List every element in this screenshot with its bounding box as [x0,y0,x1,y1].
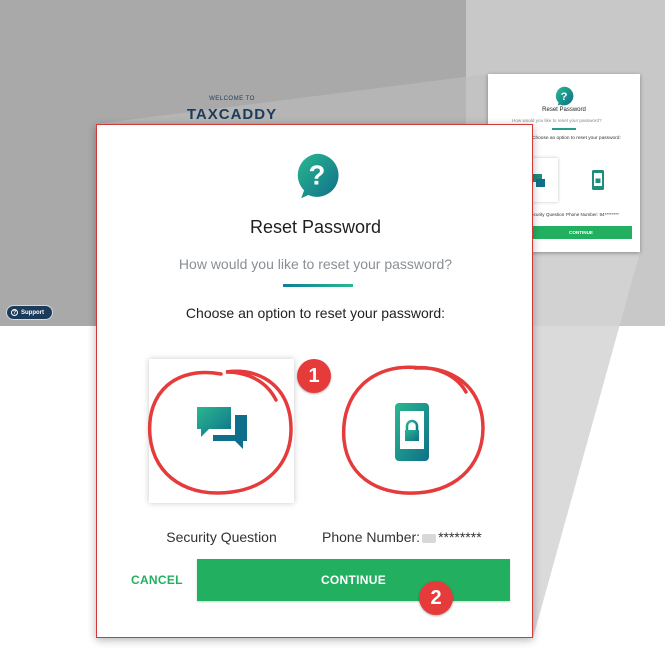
locked-phone-icon [592,170,604,190]
svg-text:?: ? [561,91,568,103]
choose-option-text: Choose an option to reset your password: [185,305,446,321]
support-label: Support [21,309,44,316]
phone-label-prefix: Phone Number: [322,529,421,545]
brand-logo: TAXCADDY [186,106,278,123]
security-question-label: Security Question [166,529,277,545]
support-button[interactable]: ? Support [6,305,53,320]
continue-button[interactable]: CONTINUE [197,559,510,601]
phone-number-label: Phone Number: ******** [322,529,522,545]
cancel-button[interactable]: CANCEL [131,573,183,587]
redacted-digits [422,533,437,543]
question-icon: ? [555,86,574,106]
svg-text:?: ? [309,160,326,191]
welcome-text: WELCOME TO [209,96,255,102]
mini-title: Reset Password [542,107,586,113]
security-question-option[interactable] [149,359,294,503]
annotation-badge-2: 2 [419,581,453,615]
help-icon: ? [11,309,18,316]
mini-phone-label: Phone Number: 94******** [566,212,619,217]
dialog-subtitle: How would you like to reset your passwor… [178,256,453,272]
question-icon: ? [297,153,339,199]
annotation-badge-1: 1 [297,359,331,393]
mini-subtitle: How would you like to reset your passwor… [512,118,602,123]
dialog-title: Reset Password [249,217,382,237]
locked-phone-icon [395,403,429,461]
mini-choose-text: Choose an option to reset your password: [532,136,621,141]
mini-divider [552,128,576,130]
screenshot-stage: WELCOME TO TAXCADDY ? Support ? Reset Pa… [0,0,665,658]
phone-label-suffix: ******** [438,529,482,545]
phone-number-option[interactable] [322,359,467,503]
title-underline [283,284,353,287]
chat-bubbles-icon [197,407,247,449]
mini-continue-button: CONTINUE [530,226,632,239]
